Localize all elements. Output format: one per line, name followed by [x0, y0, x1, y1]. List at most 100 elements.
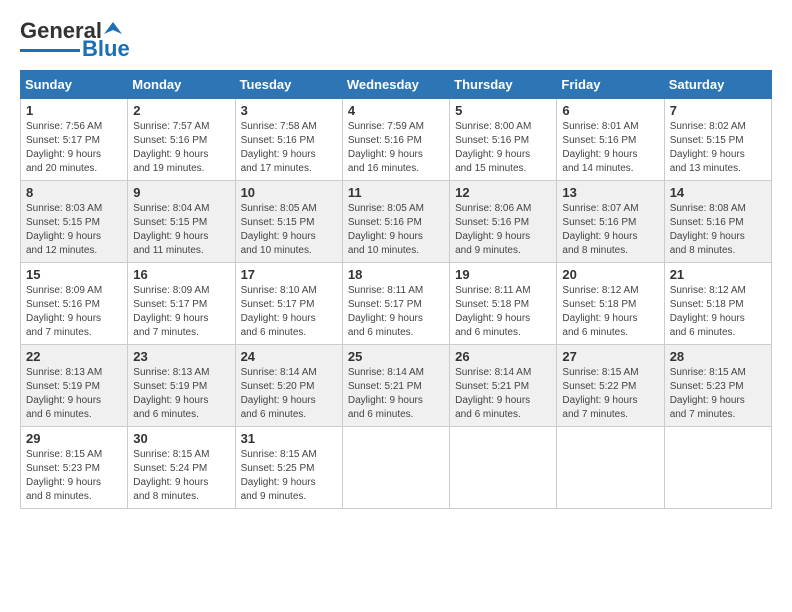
- day-number: 12: [455, 185, 551, 200]
- day-info: Sunrise: 8:14 AMSunset: 5:20 PMDaylight:…: [241, 366, 337, 422]
- calendar-header-saturday: Saturday: [664, 71, 771, 99]
- calendar-cell: 4 Sunrise: 7:59 AMSunset: 5:16 PMDaylight…: [342, 99, 449, 181]
- calendar-header-tuesday: Tuesday: [235, 71, 342, 99]
- calendar-cell: 9 Sunrise: 8:04 AMSunset: 5:15 PMDaylight…: [128, 181, 235, 263]
- calendar-cell: 3 Sunrise: 7:58 AMSunset: 5:16 PMDaylight…: [235, 99, 342, 181]
- day-info: Sunrise: 8:13 AMSunset: 5:19 PMDaylight:…: [26, 366, 122, 422]
- calendar-week-1: 1 Sunrise: 7:56 AMSunset: 5:17 PMDaylight…: [21, 99, 772, 181]
- calendar-header-friday: Friday: [557, 71, 664, 99]
- day-number: 10: [241, 185, 337, 200]
- day-number: 17: [241, 267, 337, 282]
- day-info: Sunrise: 7:56 AMSunset: 5:17 PMDaylight:…: [26, 120, 122, 176]
- day-number: 18: [348, 267, 444, 282]
- calendar-cell: 27 Sunrise: 8:15 AMSunset: 5:22 PMDayligh…: [557, 345, 664, 427]
- calendar-cell: 2 Sunrise: 7:57 AMSunset: 5:16 PMDaylight…: [128, 99, 235, 181]
- day-info: Sunrise: 8:09 AMSunset: 5:16 PMDaylight:…: [26, 284, 122, 340]
- calendar-cell: [450, 427, 557, 509]
- day-number: 30: [133, 431, 229, 446]
- day-number: 19: [455, 267, 551, 282]
- day-info: Sunrise: 8:10 AMSunset: 5:17 PMDaylight:…: [241, 284, 337, 340]
- calendar-table: SundayMondayTuesdayWednesdayThursdayFrid…: [20, 70, 772, 509]
- day-number: 24: [241, 349, 337, 364]
- calendar-week-2: 8Sunrise: 8:03 AMSunset: 5:15 PMDaylight…: [21, 181, 772, 263]
- calendar-cell: 28 Sunrise: 8:15 AMSunset: 5:23 PMDayligh…: [664, 345, 771, 427]
- calendar-cell: 22 Sunrise: 8:13 AMSunset: 5:19 PMDayligh…: [21, 345, 128, 427]
- calendar-cell: [557, 427, 664, 509]
- day-info: Sunrise: 7:57 AMSunset: 5:16 PMDaylight:…: [133, 120, 229, 176]
- day-info: Sunrise: 8:15 AMSunset: 5:23 PMDaylight:…: [26, 448, 122, 504]
- calendar-cell: 1 Sunrise: 7:56 AMSunset: 5:17 PMDaylight…: [21, 99, 128, 181]
- day-number: 15: [26, 267, 122, 282]
- day-info: Sunrise: 8:01 AMSunset: 5:16 PMDaylight:…: [562, 120, 658, 176]
- day-info: Sunrise: 8:11 AMSunset: 5:18 PMDaylight:…: [455, 284, 551, 340]
- day-info: Sunrise: 8:12 AMSunset: 5:18 PMDaylight:…: [670, 284, 766, 340]
- calendar-cell: 21 Sunrise: 8:12 AMSunset: 5:18 PMDayligh…: [664, 263, 771, 345]
- day-info: Sunrise: 8:12 AMSunset: 5:18 PMDaylight:…: [562, 284, 658, 340]
- day-number: 29: [26, 431, 122, 446]
- calendar-header-wednesday: Wednesday: [342, 71, 449, 99]
- logo-underline: [20, 49, 80, 52]
- day-number: 4: [348, 103, 444, 118]
- day-info: Sunrise: 8:04 AMSunset: 5:15 PMDaylight:…: [133, 202, 229, 258]
- calendar-cell: 26 Sunrise: 8:14 AMSunset: 5:21 PMDayligh…: [450, 345, 557, 427]
- day-info: Sunrise: 8:00 AMSunset: 5:16 PMDaylight:…: [455, 120, 551, 176]
- day-number: 3: [241, 103, 337, 118]
- day-info: Sunrise: 8:09 AMSunset: 5:17 PMDaylight:…: [133, 284, 229, 340]
- day-info: Sunrise: 8:06 AMSunset: 5:16 PMDaylight:…: [455, 202, 551, 258]
- calendar-week-4: 22 Sunrise: 8:13 AMSunset: 5:19 PMDayligh…: [21, 345, 772, 427]
- calendar-week-5: 29 Sunrise: 8:15 AMSunset: 5:23 PMDayligh…: [21, 427, 772, 509]
- calendar-cell: 13 Sunrise: 8:07 AMSunset: 5:16 PMDayligh…: [557, 181, 664, 263]
- calendar-cell: 5Sunrise: 8:00 AMSunset: 5:16 PMDaylight…: [450, 99, 557, 181]
- day-info: Sunrise: 8:14 AMSunset: 5:21 PMDaylight:…: [348, 366, 444, 422]
- day-info: Sunrise: 7:59 AMSunset: 5:16 PMDaylight:…: [348, 120, 444, 176]
- day-number: 7: [670, 103, 766, 118]
- calendar-cell: 7Sunrise: 8:02 AMSunset: 5:15 PMDaylight…: [664, 99, 771, 181]
- calendar-cell: 30 Sunrise: 8:15 AMSunset: 5:24 PMDayligh…: [128, 427, 235, 509]
- day-info: Sunrise: 8:15 AMSunset: 5:22 PMDaylight:…: [562, 366, 658, 422]
- day-number: 2: [133, 103, 229, 118]
- day-number: 9: [133, 185, 229, 200]
- calendar-cell: 6 Sunrise: 8:01 AMSunset: 5:16 PMDaylight…: [557, 99, 664, 181]
- day-info: Sunrise: 8:15 AMSunset: 5:23 PMDaylight:…: [670, 366, 766, 422]
- day-info: Sunrise: 8:05 AMSunset: 5:15 PMDaylight:…: [241, 202, 337, 258]
- calendar-cell: 29 Sunrise: 8:15 AMSunset: 5:23 PMDayligh…: [21, 427, 128, 509]
- calendar-cell: 15 Sunrise: 8:09 AMSunset: 5:16 PMDayligh…: [21, 263, 128, 345]
- calendar-cell: 24 Sunrise: 8:14 AMSunset: 5:20 PMDayligh…: [235, 345, 342, 427]
- day-number: 22: [26, 349, 122, 364]
- calendar-cell: 16 Sunrise: 8:09 AMSunset: 5:17 PMDayligh…: [128, 263, 235, 345]
- calendar-cell: 10 Sunrise: 8:05 AMSunset: 5:15 PMDayligh…: [235, 181, 342, 263]
- calendar-cell: 19 Sunrise: 8:11 AMSunset: 5:18 PMDayligh…: [450, 263, 557, 345]
- logo: General Blue: [20, 20, 130, 60]
- calendar-cell: [342, 427, 449, 509]
- calendar-cell: 14Sunrise: 8:08 AMSunset: 5:16 PMDayligh…: [664, 181, 771, 263]
- day-info: Sunrise: 8:11 AMSunset: 5:17 PMDaylight:…: [348, 284, 444, 340]
- day-number: 20: [562, 267, 658, 282]
- day-number: 28: [670, 349, 766, 364]
- day-number: 27: [562, 349, 658, 364]
- calendar-cell: 8Sunrise: 8:03 AMSunset: 5:15 PMDaylight…: [21, 181, 128, 263]
- day-info: Sunrise: 8:03 AMSunset: 5:15 PMDaylight:…: [26, 202, 122, 258]
- day-info: Sunrise: 8:07 AMSunset: 5:16 PMDaylight:…: [562, 202, 658, 258]
- day-info: Sunrise: 8:05 AMSunset: 5:16 PMDaylight:…: [348, 202, 444, 258]
- calendar-cell: 23Sunrise: 8:13 AMSunset: 5:19 PMDayligh…: [128, 345, 235, 427]
- calendar-header-row: SundayMondayTuesdayWednesdayThursdayFrid…: [21, 71, 772, 99]
- day-number: 16: [133, 267, 229, 282]
- day-info: Sunrise: 8:08 AMSunset: 5:16 PMDaylight:…: [670, 202, 766, 258]
- calendar-cell: 12 Sunrise: 8:06 AMSunset: 5:16 PMDayligh…: [450, 181, 557, 263]
- page-header: General Blue: [20, 20, 772, 60]
- day-number: 13: [562, 185, 658, 200]
- day-number: 6: [562, 103, 658, 118]
- calendar-cell: [664, 427, 771, 509]
- calendar-header-thursday: Thursday: [450, 71, 557, 99]
- day-info: Sunrise: 8:15 AMSunset: 5:25 PMDaylight:…: [241, 448, 337, 504]
- day-number: 21: [670, 267, 766, 282]
- calendar-cell: 11Sunrise: 8:05 AMSunset: 5:16 PMDayligh…: [342, 181, 449, 263]
- calendar-cell: 25Sunrise: 8:14 AMSunset: 5:21 PMDayligh…: [342, 345, 449, 427]
- day-info: Sunrise: 8:14 AMSunset: 5:21 PMDaylight:…: [455, 366, 551, 422]
- day-info: Sunrise: 8:15 AMSunset: 5:24 PMDaylight:…: [133, 448, 229, 504]
- day-number: 31: [241, 431, 337, 446]
- day-number: 26: [455, 349, 551, 364]
- calendar-header-sunday: Sunday: [21, 71, 128, 99]
- day-number: 1: [26, 103, 122, 118]
- day-info: Sunrise: 7:58 AMSunset: 5:16 PMDaylight:…: [241, 120, 337, 176]
